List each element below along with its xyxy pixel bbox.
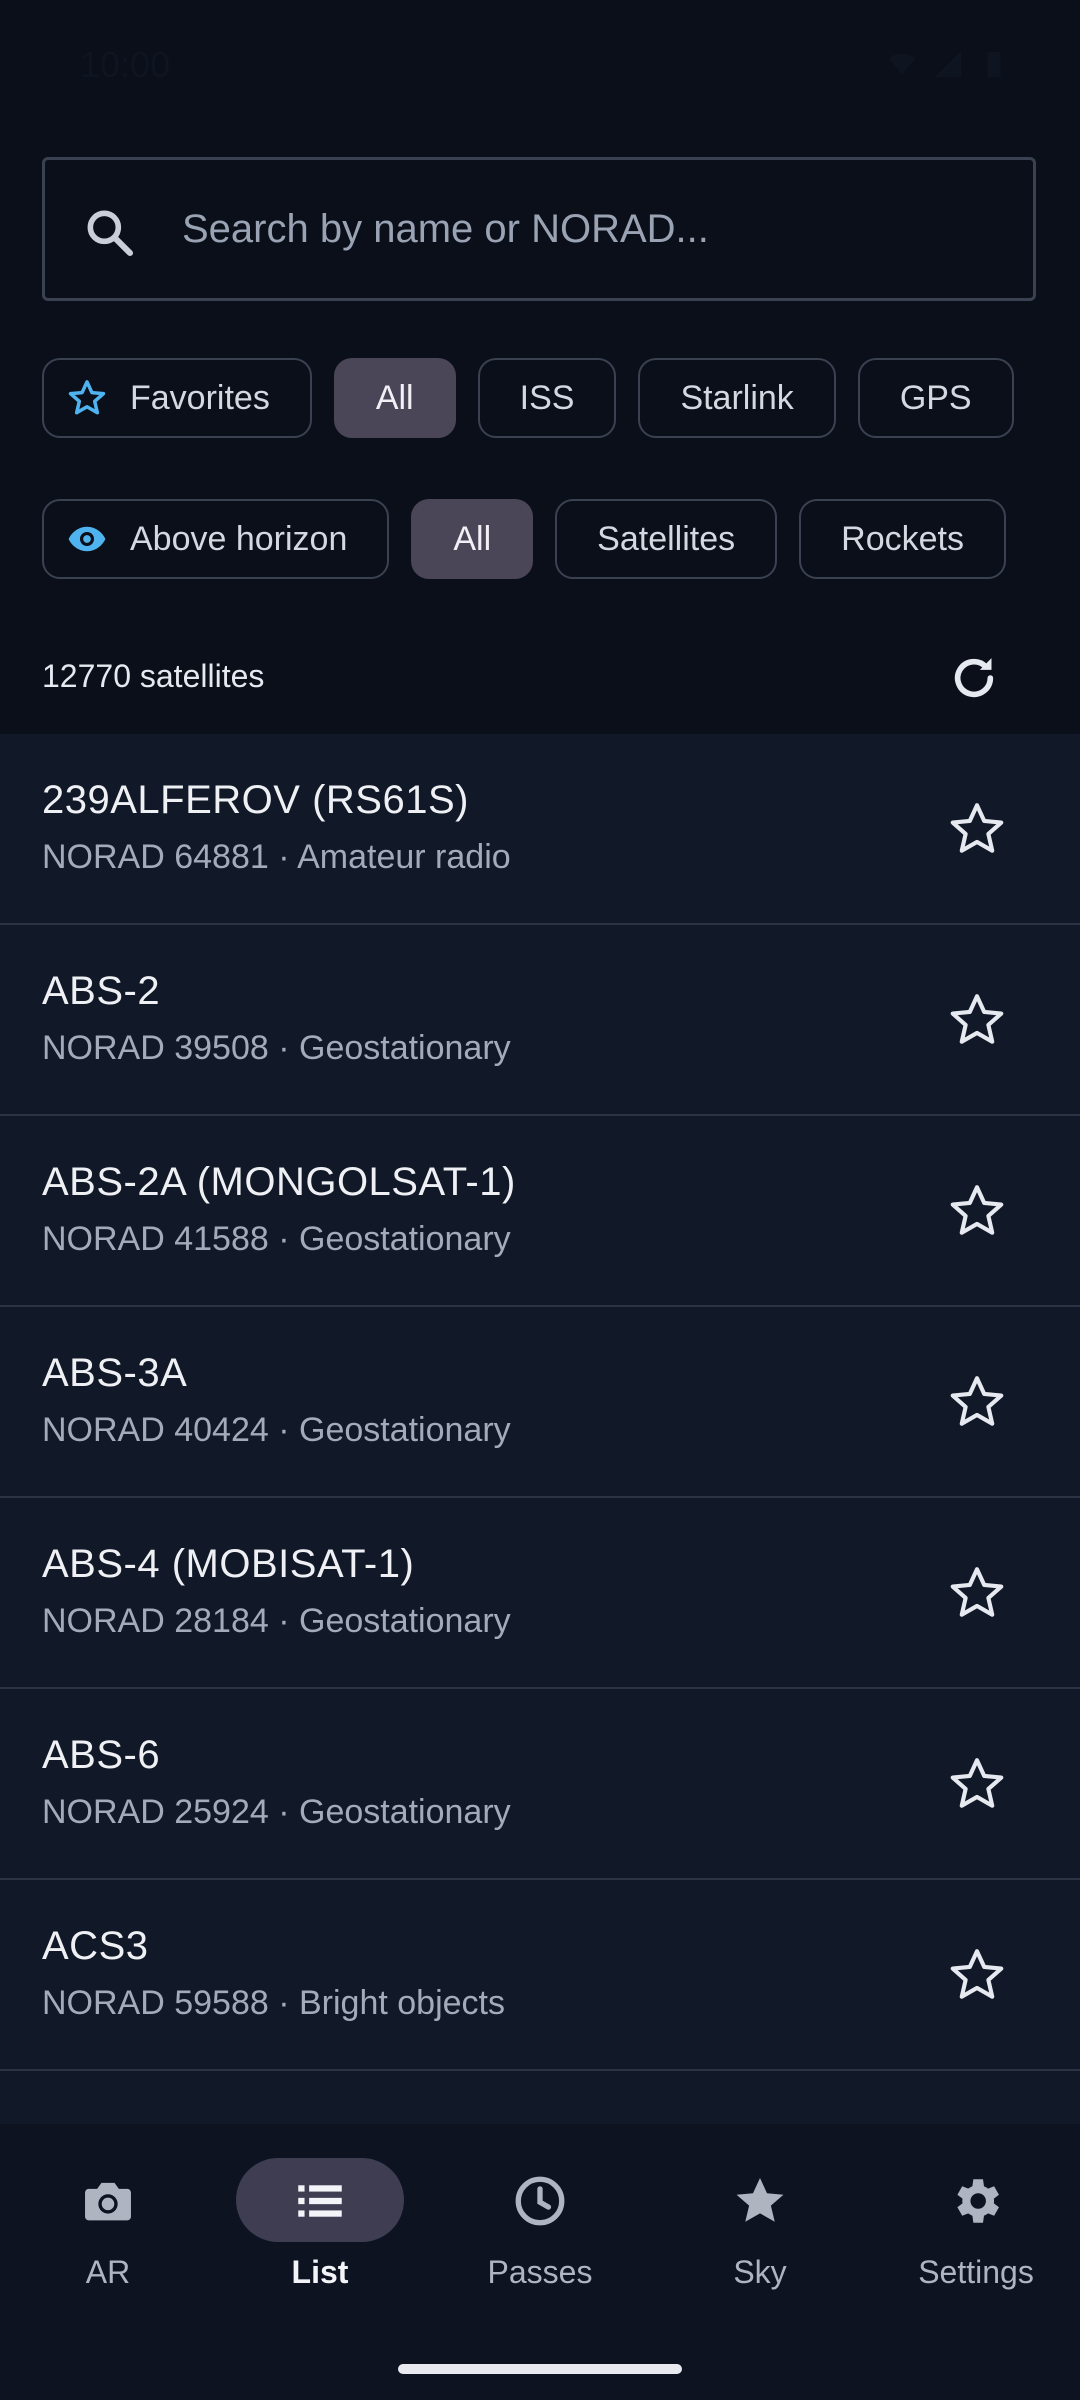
visibility-filter-row: Above horizon All Satellites Rockets <box>42 499 1006 579</box>
list-item[interactable]: ABS-6 NORAD 25924 · Geostationary <box>0 1689 1080 1880</box>
signal-icon <box>932 48 964 80</box>
nav-item-ar[interactable]: AR <box>0 2124 216 2324</box>
satellite-detail: NORAD 40424 · Geostationary <box>42 1411 511 1449</box>
chip-label: All <box>375 378 414 417</box>
chip-label: Favorites <box>130 378 270 417</box>
chip-starlink[interactable]: Starlink <box>638 358 836 438</box>
status-time: 10:00 <box>80 44 171 85</box>
satellite-name: ABS-4 (MOBISAT-1) <box>42 1542 415 1586</box>
home-indicator[interactable] <box>398 2364 682 2374</box>
satellite-detail: NORAD 28184 · Geostationary <box>42 1602 511 1640</box>
chip-all[interactable]: All <box>333 358 456 438</box>
chip-label: Starlink <box>680 378 794 417</box>
status-bar: 10:00 <box>0 0 1080 130</box>
chip-label: Above horizon <box>130 519 348 558</box>
chip-label: Satellites <box>597 519 736 558</box>
eye-icon <box>66 518 108 560</box>
satellite-detail: NORAD 41588 · Geostationary <box>42 1220 511 1258</box>
category-filter-row: Favorites All ISS Starlink GPS <box>42 358 1014 438</box>
gear-icon <box>947 2172 1005 2230</box>
search-icon <box>81 204 137 260</box>
list-item[interactable]: ABS-2A (MONGOLSAT-1) NORAD 41588 · Geost… <box>0 1116 1080 1307</box>
list-item[interactable]: ACS3 NORAD 59588 · Bright objects <box>0 1880 1080 2071</box>
chip-label: Rockets <box>841 519 964 558</box>
list-icon <box>291 2172 349 2230</box>
list-item[interactable]: 239ALFEROV (RS61S) NORAD 64881 · Amateur… <box>0 734 1080 925</box>
results-header: 12770 satellites <box>0 622 1080 734</box>
favorite-star-icon[interactable] <box>946 1944 1008 2006</box>
satellite-list[interactable]: 239ALFEROV (RS61S) NORAD 64881 · Amateur… <box>0 734 1080 2124</box>
nav-item-sky[interactable]: Sky <box>652 2124 868 2324</box>
clock-icon <box>511 2172 569 2230</box>
list-item[interactable]: ABS-3A NORAD 40424 · Geostationary <box>0 1307 1080 1498</box>
favorite-star-icon[interactable] <box>946 1753 1008 1815</box>
nav-label: List <box>291 2254 349 2290</box>
satellite-detail: NORAD 39508 · Geostationary <box>42 1029 511 1067</box>
chip-rockets[interactable]: Rockets <box>799 499 1006 579</box>
nav-item-settings[interactable]: Settings <box>872 2124 1080 2324</box>
nav-label: Passes <box>487 2254 593 2290</box>
satellite-name: ABS-2 <box>42 969 161 1013</box>
star-outline-icon <box>66 377 108 419</box>
chip-iss[interactable]: ISS <box>477 358 617 438</box>
satellite-detail: NORAD 64881 · Amateur radio <box>42 838 511 876</box>
chip-gps[interactable]: GPS <box>857 358 1014 438</box>
chip-label: All <box>453 519 492 558</box>
search-input[interactable]: Search by name or NORAD... <box>42 157 1036 301</box>
nav-item-passes[interactable]: Passes <box>432 2124 648 2324</box>
camera-icon <box>79 2172 137 2230</box>
list-item[interactable]: ABS-4 (MOBISAT-1) NORAD 28184 · Geostati… <box>0 1498 1080 1689</box>
chip-favorites[interactable]: Favorites <box>42 358 312 438</box>
satellite-name: ACS3 <box>42 1924 149 1968</box>
nav-label: Settings <box>918 2254 1034 2290</box>
favorite-star-icon[interactable] <box>946 1371 1008 1433</box>
satellite-name: ABS-2A (MONGOLSAT-1) <box>42 1160 516 1204</box>
chip-satellites[interactable]: Satellites <box>555 499 778 579</box>
chip-all-types[interactable]: All <box>411 499 534 579</box>
status-icons <box>886 48 1010 80</box>
satellite-detail: NORAD 25924 · Geostationary <box>42 1793 511 1831</box>
battery-icon <box>978 48 1010 80</box>
chip-label: ISS <box>519 378 575 417</box>
list-item[interactable]: ABS-2 NORAD 39508 · Geostationary <box>0 925 1080 1116</box>
bottom-navigation: AR List Passes Sky Settings <box>0 2124 1080 2400</box>
satellite-count: 12770 satellites <box>42 658 265 694</box>
nav-label: AR <box>85 2254 131 2290</box>
favorite-star-icon[interactable] <box>946 1562 1008 1624</box>
satellite-name: ABS-3A <box>42 1351 188 1395</box>
refresh-icon[interactable] <box>946 650 1002 706</box>
nav-item-list[interactable]: List <box>212 2124 428 2324</box>
chip-label: GPS <box>899 378 972 417</box>
nav-label: Sky <box>733 2254 787 2290</box>
favorite-star-icon[interactable] <box>946 989 1008 1051</box>
favorite-star-icon[interactable] <box>946 798 1008 860</box>
satellite-name: ABS-6 <box>42 1733 161 1777</box>
wifi-icon <box>886 48 918 80</box>
search-placeholder: Search by name or NORAD... <box>182 207 709 251</box>
favorite-star-icon[interactable] <box>946 1180 1008 1242</box>
satellite-detail: NORAD 59588 · Bright objects <box>42 1984 505 2022</box>
chip-above-horizon[interactable]: Above horizon <box>42 499 390 579</box>
star-filled-icon <box>731 2172 789 2230</box>
satellite-name: 239ALFEROV (RS61S) <box>42 778 469 822</box>
